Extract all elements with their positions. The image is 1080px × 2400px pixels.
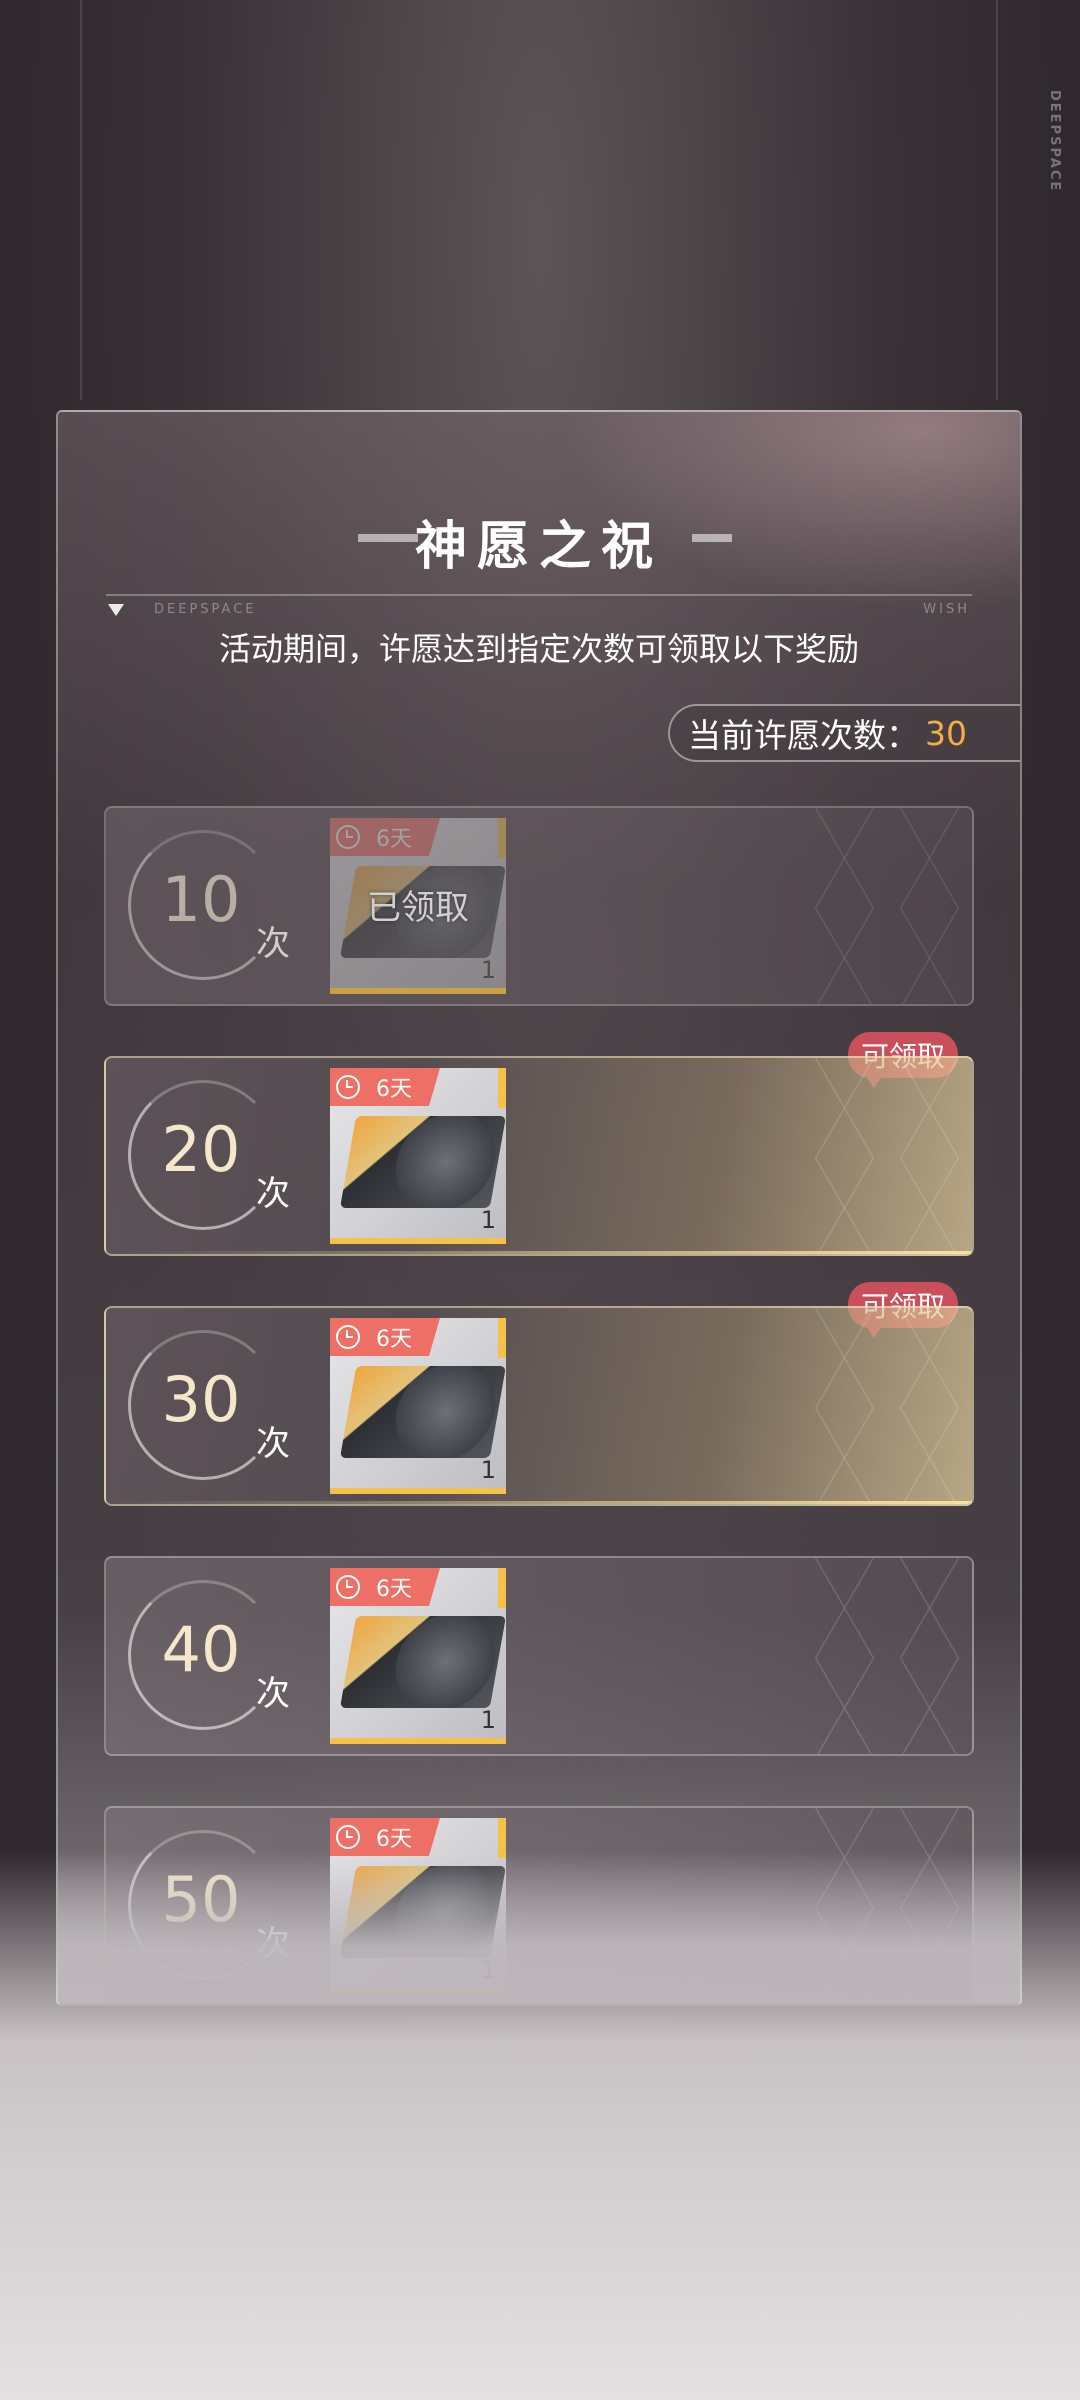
duration-badge: 6天 — [330, 1818, 440, 1856]
milestone-count: 10 — [161, 863, 241, 936]
rarity-tag — [498, 1068, 506, 1108]
milestone-unit: 次 — [256, 1174, 290, 1214]
title-row: 神愿之祝 — [58, 504, 1020, 577]
item-quantity: 1 — [480, 1206, 496, 1234]
milestone-count: 30 — [161, 1363, 241, 1436]
clock-icon — [336, 1075, 360, 1099]
list-fade-mask — [58, 1852, 1020, 2004]
duration-text: 6天 — [376, 1827, 412, 1852]
triangle-down-icon — [108, 604, 124, 616]
reward-row: 40 次 6天 1 — [104, 1556, 974, 1756]
reward-row[interactable]: 30 次 6天 1 — [104, 1306, 974, 1506]
title-decoration — [692, 534, 732, 542]
wish-count-value: 30 — [925, 713, 967, 753]
rarity-tag — [498, 1568, 506, 1608]
wish-reward-panel: 神愿之祝 DEEPSPACE WISH 活动期间，许愿达到指定次数可领取以下奖励… — [56, 410, 1022, 2006]
item-quantity: 1 — [480, 1706, 496, 1734]
duration-badge: 6天 — [330, 1318, 440, 1356]
wish-label: WISH — [923, 602, 970, 617]
deepspace-label: DEEPSPACE — [154, 602, 257, 617]
reward-ticket-icon — [339, 1616, 507, 1708]
duration-text: 6天 — [376, 1577, 412, 1602]
triangle-pattern — [802, 1058, 972, 1254]
background-line — [80, 0, 82, 400]
claimed-label: 已领取 — [367, 888, 469, 928]
wish-count-pill: 当前许愿次数： 30 — [668, 704, 1020, 762]
reward-item[interactable]: 6天 1 已领取 — [330, 818, 507, 994]
title-divider — [106, 594, 972, 596]
triangle-pattern — [802, 808, 972, 1004]
duration-text: 6天 — [376, 1077, 412, 1102]
clock-icon — [336, 1325, 360, 1349]
reward-row[interactable]: 20 次 6天 1 — [104, 1056, 974, 1256]
title-decoration — [358, 534, 418, 542]
reward-ticket-icon — [339, 1116, 507, 1208]
panel-subtitle: 活动期间，许愿达到指定次数可领取以下奖励 — [218, 630, 859, 668]
clock-icon — [336, 1825, 360, 1849]
milestone-unit: 次 — [256, 1424, 290, 1464]
background-line — [996, 0, 998, 400]
reward-item[interactable]: 6天 1 — [330, 1068, 507, 1244]
wish-count-label: 当前许愿次数： — [688, 716, 919, 755]
reward-item[interactable]: 6天 1 — [330, 1568, 507, 1744]
reward-row: 10 次 6天 1 已领取 — [104, 806, 974, 1006]
duration-text: 6天 — [376, 1327, 412, 1352]
reward-item[interactable]: 6天 1 — [330, 1318, 507, 1494]
side-brand-text: DEEPSPACE — [1047, 90, 1062, 193]
triangle-pattern — [802, 1308, 972, 1504]
rarity-tag — [498, 1318, 506, 1358]
triangle-pattern — [802, 1558, 972, 1754]
item-quantity: 1 — [480, 1456, 496, 1484]
reward-ticket-icon — [339, 1366, 507, 1458]
duration-badge: 6天 — [330, 1068, 440, 1106]
milestone-count: 40 — [161, 1613, 241, 1686]
milestone-count: 20 — [161, 1113, 241, 1186]
milestone-unit: 次 — [256, 924, 290, 964]
clock-icon — [336, 1575, 360, 1599]
duration-badge: 6天 — [330, 1568, 440, 1606]
milestone-unit: 次 — [256, 1674, 290, 1714]
panel-title: 神愿之祝 — [414, 516, 663, 577]
